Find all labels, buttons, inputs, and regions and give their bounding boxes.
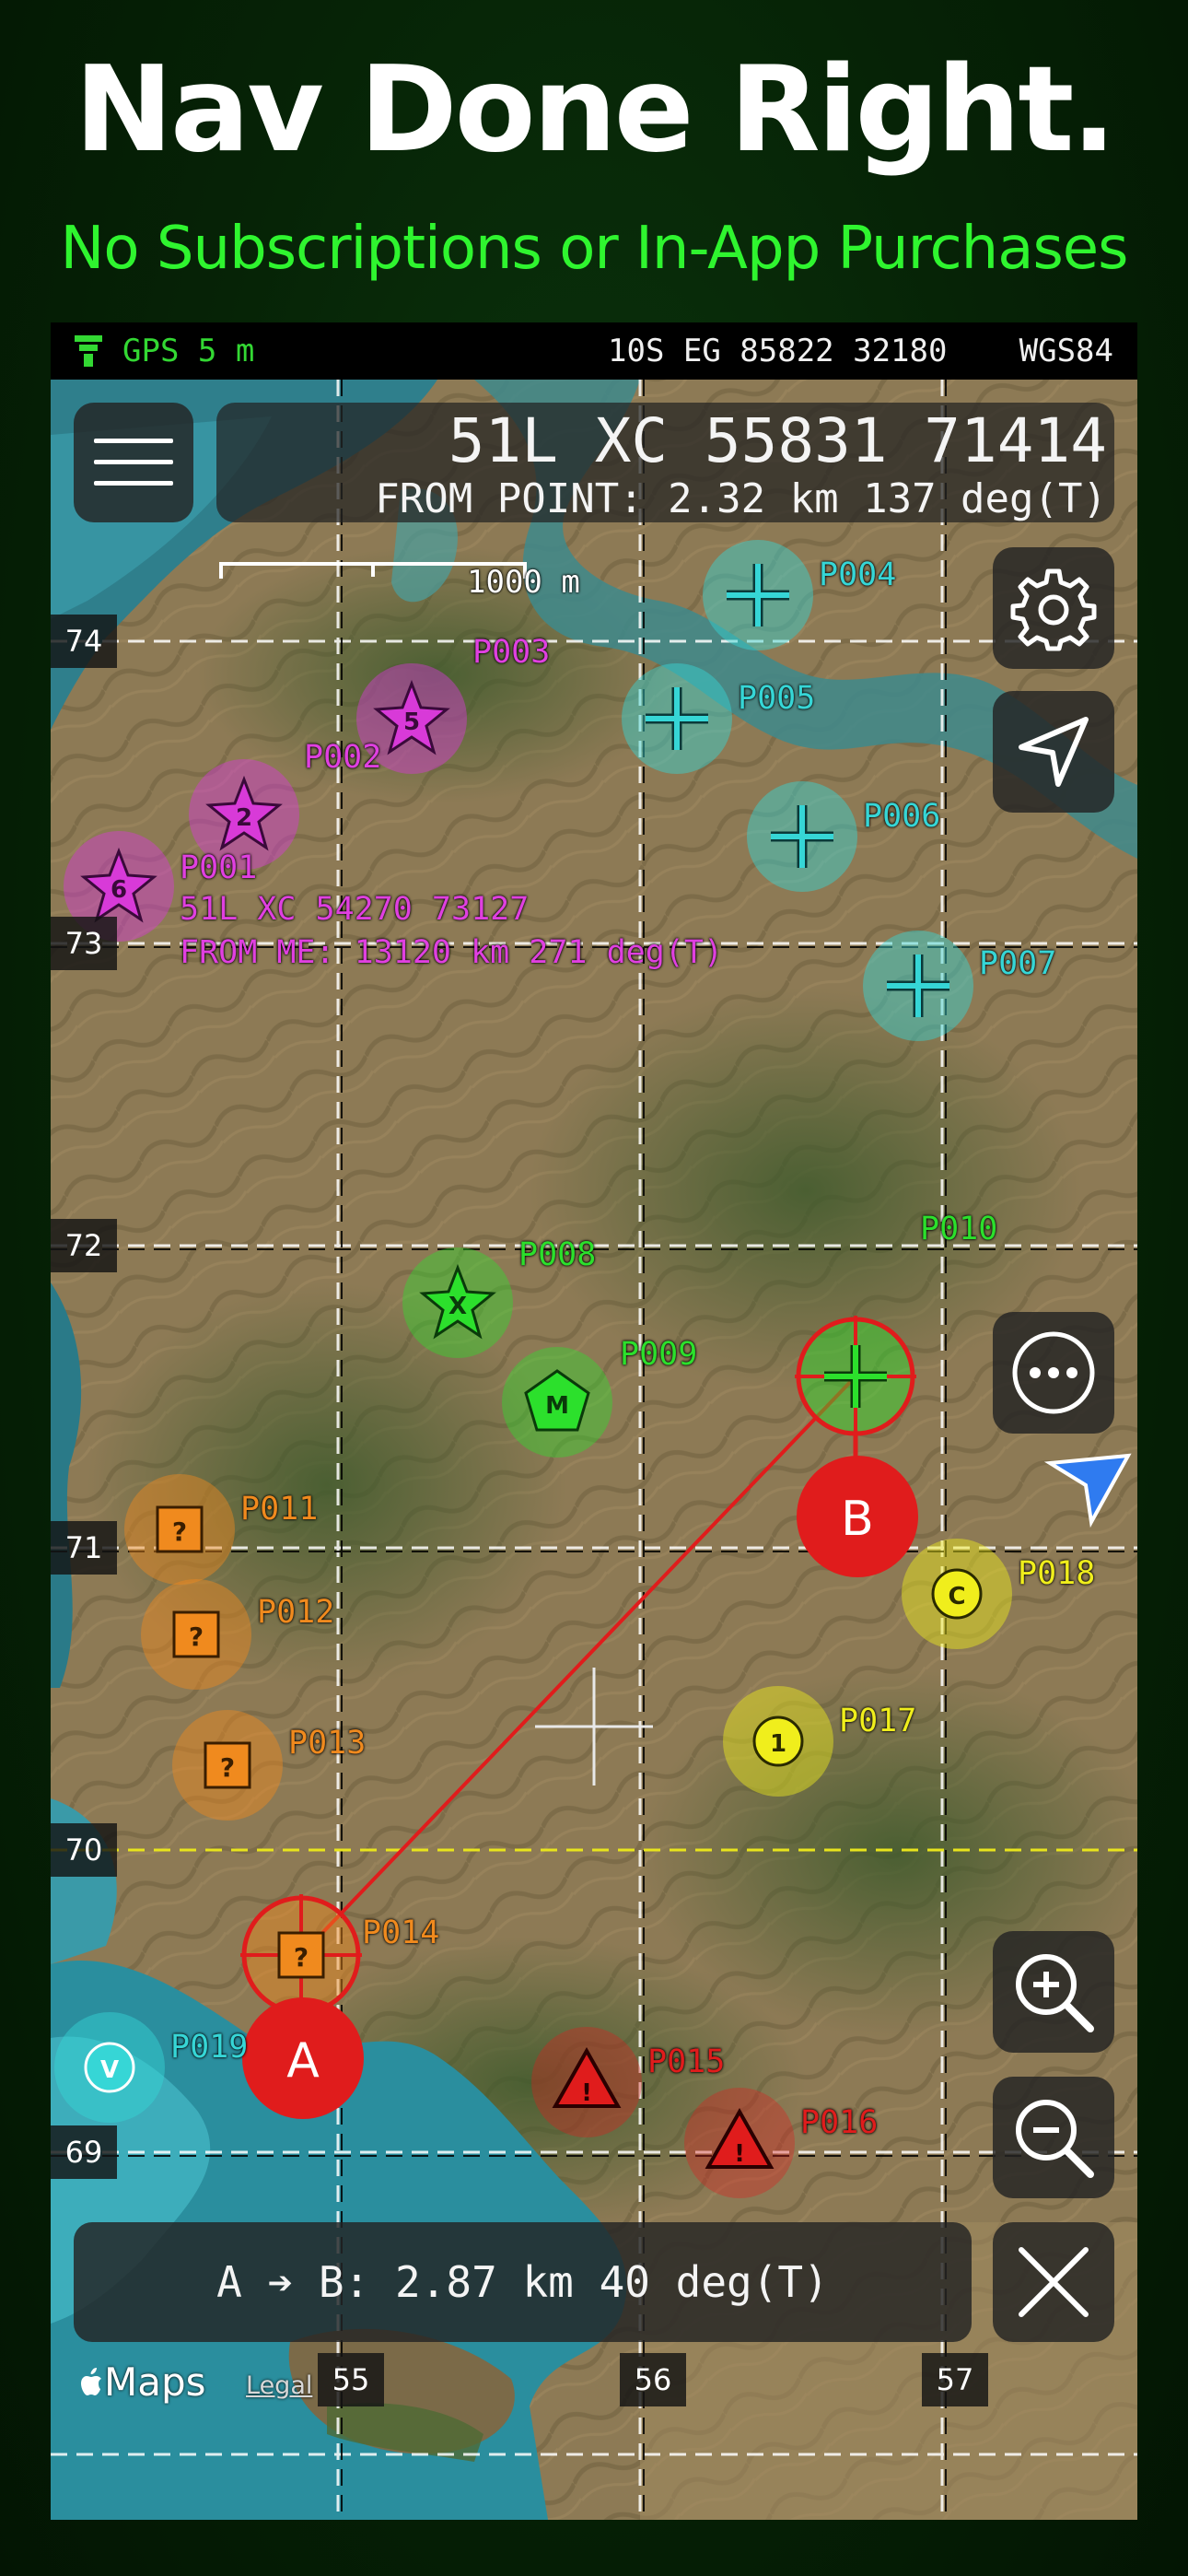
svg-text:X: X [448, 1293, 467, 1320]
svg-text:5: 5 [403, 708, 420, 736]
zoom-out-button[interactable] [993, 2077, 1114, 2198]
svg-text:A: A [286, 2033, 320, 2089]
svg-text:B: B [841, 1492, 874, 1547]
measure-result-panel[interactable]: A ➔ B: 2.87 km 40 deg(T) [74, 2222, 972, 2342]
waypoint-label-P006[interactable]: P006 [863, 798, 940, 835]
svg-text:2: 2 [236, 804, 252, 832]
scale-bar-label: 1000 m [467, 564, 580, 601]
svg-text:V: V [100, 2056, 119, 2084]
grid-easting-label: 55 [318, 2353, 384, 2406]
waypoint-label-P017[interactable]: P017 [839, 1703, 916, 1739]
waypoint-P012[interactable]: ? [141, 1579, 251, 1690]
close-icon [1019, 2247, 1089, 2317]
promo-headline: Nav Done Right. [74, 41, 1116, 179]
center-coordinate: 51L XC 55831 71414 [448, 405, 1107, 476]
svg-text:?: ? [189, 1622, 204, 1652]
waypoint-P006[interactable] [747, 781, 857, 892]
waypoint-label-P009[interactable]: P009 [620, 1336, 697, 1373]
map-view[interactable]: 6 2 5 X M ? ? ? ? ! ! 1 C V B A P001 51L… [51, 380, 1137, 2520]
waypoint-P011[interactable]: ? [124, 1474, 235, 1585]
datum-label[interactable]: WGS84 [1019, 322, 1113, 380]
waypoint-label-P016[interactable]: P016 [800, 2104, 878, 2141]
svg-text:!: ! [734, 2140, 745, 2168]
waypoint-label-P003[interactable]: P003 [472, 634, 550, 671]
waypoint-P015[interactable]: ! [531, 2027, 642, 2137]
waypoint-label-P013[interactable]: P013 [288, 1725, 366, 1762]
current-grid-reference: 10S EG 85822 32180 [608, 333, 948, 369]
waypoint-P001-distance: FROM ME: 13120 km 271 deg(T) [180, 934, 724, 971]
close-measure-button[interactable] [993, 2222, 1114, 2342]
more-options-button[interactable] [993, 1312, 1114, 1434]
grid-northing-label: 71 [51, 1521, 117, 1575]
waypoint-P018[interactable]: C [902, 1539, 1012, 1649]
waypoint-label-P018[interactable]: P018 [1018, 1555, 1095, 1592]
gps-accuracy: GPS 5 m [122, 333, 255, 369]
grid-easting-label: 56 [620, 2353, 686, 2406]
waypoint-label-P001[interactable]: P001 [180, 849, 257, 886]
navigation-arrow-icon [1019, 717, 1089, 787]
locate-button[interactable] [993, 691, 1114, 813]
maps-label: Maps [104, 2359, 206, 2405]
menu-button[interactable] [74, 403, 193, 522]
from-point-distance: FROM POINT: 2.32 km 137 deg(T) [375, 475, 1107, 522]
waypoint-P016[interactable]: ! [684, 2088, 795, 2198]
waypoint-label-P014[interactable]: P014 [362, 1914, 439, 1951]
waypoint-P009[interactable]: M [502, 1347, 612, 1458]
svg-text:!: ! [581, 2079, 592, 2107]
gear-icon [1010, 568, 1097, 651]
svg-text:?: ? [294, 1942, 309, 1973]
apple-maps-attribution: Maps [76, 2360, 206, 2405]
grid-northing-label: 69 [51, 2125, 117, 2179]
hamburger-menu-icon [94, 439, 173, 486]
waypoint-layer[interactable]: 6 2 5 X M ? ? ? ? ! ! 1 C V B A [51, 380, 1137, 2520]
waypoint-label-P005[interactable]: P005 [738, 680, 815, 717]
waypoint-P004[interactable] [703, 540, 813, 650]
svg-text:?: ? [172, 1516, 187, 1547]
ellipsis-icon [1012, 1331, 1095, 1414]
waypoint-P007[interactable] [863, 931, 973, 1041]
coordinate-panel[interactable]: 51L XC 55831 71414 FROM POINT: 2.32 km 1… [216, 403, 1114, 522]
waypoint-label-P019[interactable]: P019 [170, 2029, 248, 2066]
zoom-in-button[interactable] [993, 1931, 1114, 2053]
promo-subheadline: No Subscriptions or In-App Purchases [60, 215, 1129, 283]
svg-text:C: C [948, 1583, 965, 1610]
waypoint-label-P002[interactable]: P002 [304, 739, 381, 776]
gps-signal-icon [75, 335, 102, 367]
waypoint-label-P015[interactable]: P015 [647, 2043, 725, 2080]
waypoint-label-P008[interactable]: P008 [518, 1236, 596, 1273]
measure-point-a[interactable]: A [242, 1997, 364, 2119]
grid-northing-label: 70 [51, 1823, 117, 1877]
grid-northing-label: 74 [51, 615, 117, 668]
waypoint-P019[interactable]: V [54, 2012, 165, 2123]
zoom-out-icon [1016, 2100, 1094, 2178]
waypoint-P008[interactable]: X [402, 1247, 513, 1358]
waypoint-P005[interactable] [622, 663, 732, 774]
waypoint-label-P010[interactable]: P010 [920, 1211, 997, 1247]
svg-text:1: 1 [770, 1730, 786, 1758]
svg-text:M: M [545, 1392, 569, 1420]
zoom-in-icon [1016, 1954, 1094, 2032]
grid-northing-label: 72 [51, 1219, 117, 1272]
waypoint-glyph: 6 [111, 876, 127, 904]
apple-logo-icon [81, 2368, 101, 2395]
app-screen: GPS 5 m 10S EG 85822 32180 WGS84 6 2 5 X… [51, 322, 1137, 2520]
status-bar: GPS 5 m 10S EG 85822 32180 WGS84 [51, 322, 1137, 380]
waypoint-label-P004[interactable]: P004 [819, 556, 896, 593]
grid-northing-label: 73 [51, 917, 117, 970]
legal-link[interactable]: Legal [246, 2370, 312, 2403]
waypoint-P010[interactable] [795, 1316, 916, 1437]
grid-easting-label: 57 [922, 2353, 988, 2406]
settings-button[interactable] [993, 547, 1114, 669]
waypoint-P017[interactable]: 1 [723, 1686, 833, 1797]
waypoint-P013[interactable]: ? [172, 1710, 283, 1821]
waypoint-label-P011[interactable]: P011 [240, 1491, 318, 1528]
waypoint-label-P012[interactable]: P012 [257, 1594, 334, 1631]
waypoint-label-P007[interactable]: P007 [979, 945, 1056, 982]
svg-text:?: ? [220, 1752, 235, 1783]
measure-point-b[interactable]: B [797, 1456, 918, 1577]
waypoint-P001-coordinate: 51L XC 54270 73127 [180, 891, 530, 928]
